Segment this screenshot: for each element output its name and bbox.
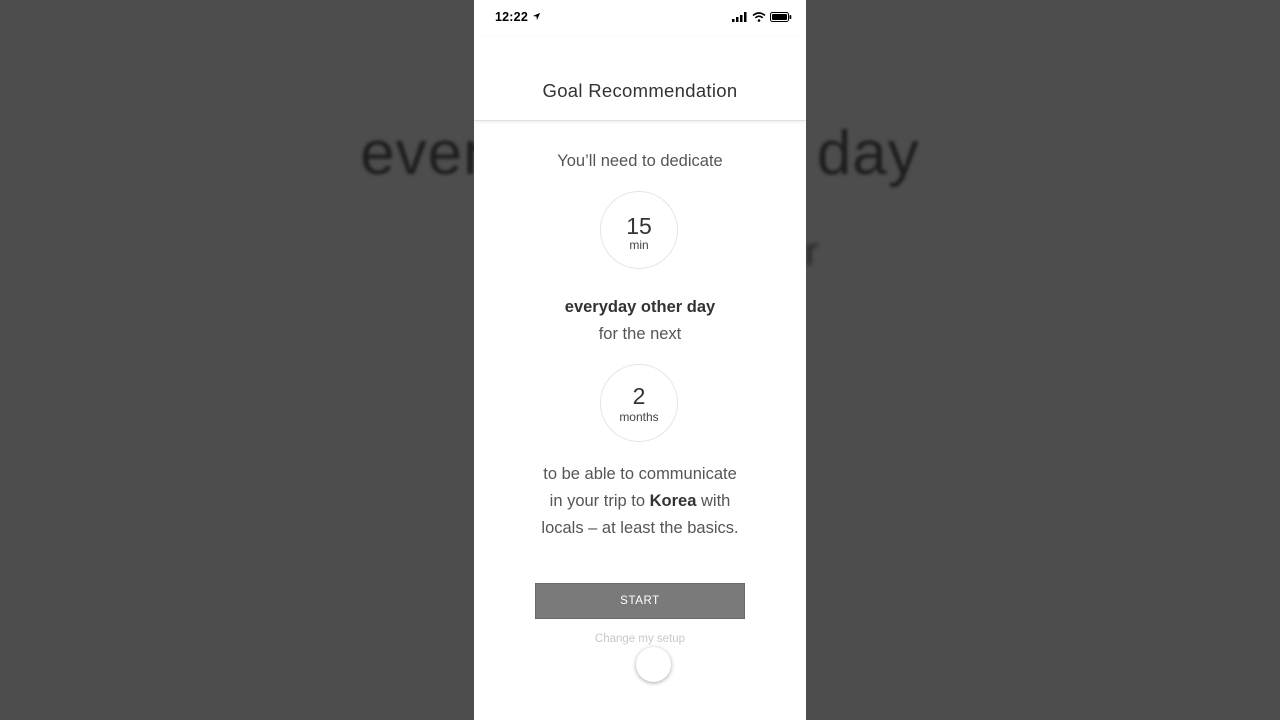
goal-line-2: in your trip to Korea with (474, 488, 806, 515)
goal-description: to be able to communicate in your trip t… (474, 461, 806, 542)
status-bar: 12:22 (474, 0, 806, 36)
goal-line-2-post: with (696, 492, 731, 510)
wifi-icon (752, 12, 766, 22)
frequency-text: everyday other day (564, 298, 716, 316)
period-unit: months (619, 410, 659, 424)
cellular-signal-icon (732, 12, 747, 22)
goal-destination: Korea (649, 492, 697, 510)
duration-value: 15 (626, 213, 652, 239)
goal-line-3: locals – at least the basics. (541, 519, 739, 537)
change-setup-link[interactable]: Change my setup (474, 633, 806, 645)
period-value: 2 (632, 383, 646, 409)
period-prefix-text: for the next (598, 325, 682, 343)
start-button[interactable]: START (535, 583, 745, 619)
duration-circle: 15 min (600, 191, 678, 269)
duration-unit: min (629, 238, 649, 252)
background-line-right: r (805, 230, 819, 274)
touch-indicator (636, 647, 671, 682)
goal-line-1: to be able to communicate (543, 465, 737, 483)
period-circle: 2 months (600, 364, 678, 442)
background-text-right: day (816, 119, 920, 188)
location-arrow-icon (532, 12, 541, 21)
status-time: 12:22 (495, 10, 528, 24)
phone-screen: 12:22 Goal Recommendation You’ll need to… (474, 0, 806, 720)
intro-text: You’ll need to dedicate (557, 152, 723, 170)
status-icons (732, 12, 792, 22)
battery-icon (770, 12, 792, 22)
background-text-left: ever (360, 119, 485, 188)
page-title: Goal Recommendation (542, 80, 738, 101)
goal-line-2-pre: in your trip to (549, 492, 650, 510)
nav-header: Goal Recommendation (474, 36, 806, 121)
